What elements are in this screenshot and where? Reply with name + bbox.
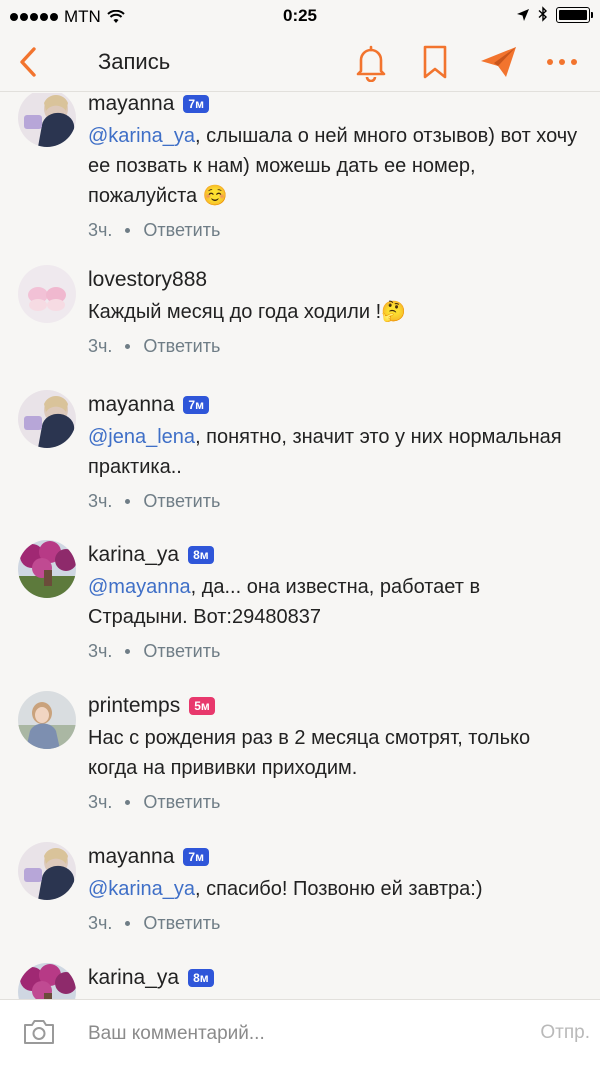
reply-button[interactable]: Ответить: [143, 336, 220, 357]
separator-dot: [125, 921, 131, 926]
comment-time: 3ч.: [88, 641, 113, 661]
status-bar: MTN 0:25: [0, 0, 600, 32]
avatar[interactable]: [18, 691, 76, 749]
comment-text: Каждый месяц до года ходили !🤔: [88, 301, 407, 323]
comment-text: @jena_lena, понятно, значит это у них но…: [88, 426, 562, 478]
comment-time: 3ч.: [88, 792, 113, 812]
comment-text: Нас с рождения раз в 2 месяца смотрят, т…: [88, 727, 531, 779]
mention-link[interactable]: @karina_ya: [88, 878, 195, 900]
reply-button[interactable]: Ответить: [143, 792, 220, 813]
comment-text: @mayanna, да... она известна, работает в…: [88, 576, 481, 628]
separator-dot: [125, 499, 131, 504]
age-badge: 7м: [183, 848, 209, 866]
mention-link[interactable]: @mayanna: [88, 576, 191, 598]
bell-icon[interactable]: [352, 42, 390, 82]
username[interactable]: mayanna: [88, 393, 174, 417]
avatar[interactable]: [18, 540, 76, 598]
more-icon[interactable]: [544, 42, 580, 82]
separator-dot: [125, 649, 131, 654]
battery-icon: [556, 6, 593, 23]
avatar[interactable]: [18, 265, 76, 323]
age-badge: 8м: [188, 969, 214, 987]
comment-text: @karina_ya, слышала о ней много отзывов)…: [88, 125, 578, 207]
bluetooth-icon: [538, 6, 548, 22]
send-button[interactable]: Отпр.: [540, 1022, 590, 1044]
username[interactable]: printemps: [88, 694, 180, 718]
camera-icon[interactable]: [22, 1018, 56, 1046]
mention-link[interactable]: @karina_ya: [88, 125, 195, 147]
comment-input[interactable]: [88, 1019, 488, 1049]
nav-bar: Запись: [0, 32, 600, 92]
username[interactable]: karina_ya: [88, 543, 179, 567]
reply-button[interactable]: Ответить: [143, 913, 220, 934]
separator-dot: [125, 800, 131, 805]
comment-text: @karina_ya, спасибо! Позвоню ей завтра:): [88, 878, 483, 900]
comment-time: 3ч.: [88, 913, 113, 933]
comment-time: 3ч.: [88, 336, 113, 356]
comment-time: 3ч.: [88, 220, 113, 240]
avatar[interactable]: [18, 963, 76, 999]
avatar[interactable]: [18, 842, 76, 900]
comments-feed[interactable]: mayanna 7м @karina_ya, слышала о ней мно…: [0, 93, 600, 999]
reply-button[interactable]: Ответить: [143, 641, 220, 662]
age-badge: 8м: [188, 546, 214, 564]
back-icon[interactable]: [14, 44, 44, 80]
bookmark-icon[interactable]: [421, 42, 449, 82]
page-title: Запись: [98, 49, 171, 74]
mention-link[interactable]: @jena_lena: [88, 426, 195, 448]
username[interactable]: mayanna: [88, 845, 174, 869]
comment-time: 3ч.: [88, 491, 113, 511]
username[interactable]: mayanna: [88, 93, 174, 116]
status-time: 0:25: [282, 6, 318, 25]
send-icon[interactable]: [478, 42, 520, 82]
reply-button[interactable]: Ответить: [143, 220, 220, 241]
separator-dot: [125, 228, 131, 233]
avatar[interactable]: [18, 93, 76, 147]
reply-button[interactable]: Ответить: [143, 491, 220, 512]
age-badge: 7м: [183, 95, 209, 113]
age-badge: 7м: [183, 396, 209, 414]
comment-composer: Отпр.: [0, 999, 600, 1066]
separator-dot: [125, 344, 131, 349]
location-arrow-icon: [517, 8, 529, 21]
age-badge: 5м: [189, 697, 215, 715]
username[interactable]: karina_ya: [88, 966, 179, 990]
username[interactable]: lovestory888: [88, 268, 207, 292]
avatar[interactable]: [18, 390, 76, 448]
